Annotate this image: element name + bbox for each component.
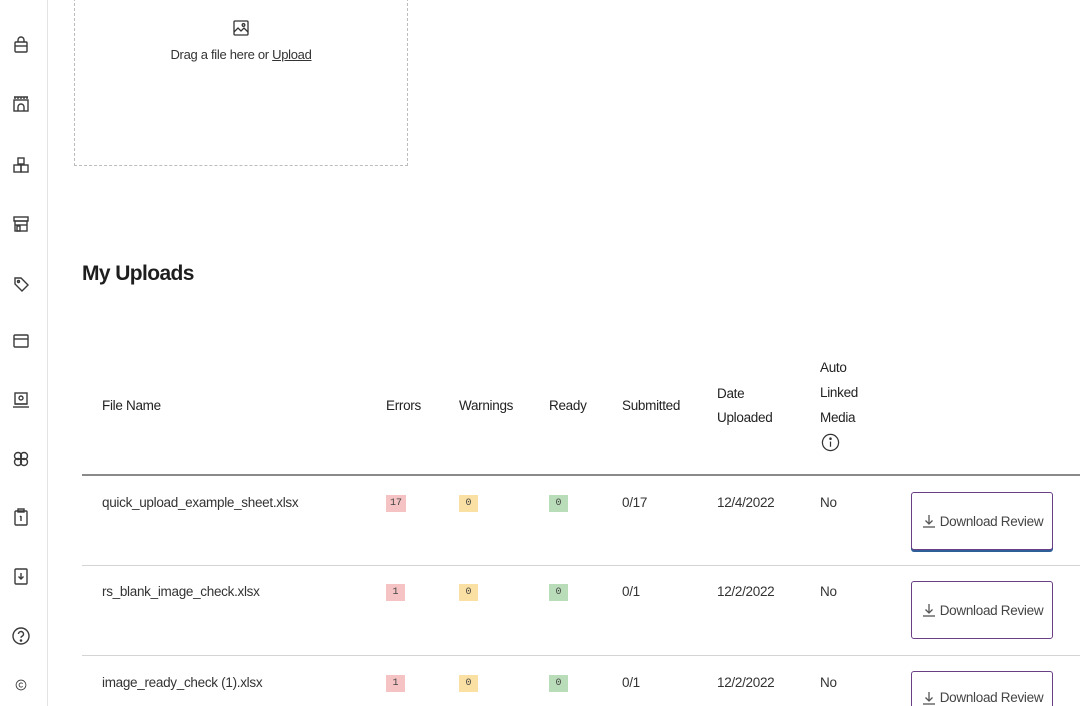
header-divider — [82, 474, 1080, 476]
errors-badge: 17 — [386, 495, 407, 512]
sidebar — [0, 0, 48, 706]
download-review-button[interactable]: Download Review — [911, 581, 1053, 639]
shopping-bag-icon[interactable] — [11, 35, 31, 55]
row-divider — [82, 655, 1080, 656]
warnings-badge: 0 — [459, 495, 478, 512]
download-icon — [921, 513, 937, 529]
date-cell: 12/2/2022 — [717, 675, 775, 690]
row-divider — [82, 565, 1080, 566]
shop-icon[interactable] — [11, 214, 31, 234]
warnings-badge: 0 — [459, 675, 478, 692]
download-review-button[interactable]: Download Review — [911, 492, 1053, 550]
network-icon[interactable] — [11, 449, 31, 469]
download-icon — [921, 602, 937, 618]
copyright-icon — [14, 678, 28, 692]
ready-badge: 0 — [549, 584, 568, 601]
column-header-auto-line1: Auto — [820, 360, 847, 375]
ready-badge: 0 — [549, 675, 568, 692]
clipboard-icon[interactable] — [11, 507, 31, 527]
storefront-icon[interactable] — [11, 94, 31, 114]
info-icon[interactable] — [821, 433, 840, 452]
auto-linked-cell: No — [820, 675, 837, 690]
upload-link[interactable]: Upload — [272, 47, 312, 62]
dropzone-prompt: Drag a file here or — [170, 47, 269, 62]
download-document-icon[interactable] — [11, 566, 31, 586]
dropzone-text: Drag a file here or Upload — [75, 47, 407, 62]
help-icon[interactable] — [11, 626, 31, 646]
download-review-button[interactable]: Download Review — [911, 671, 1053, 706]
image-icon — [232, 19, 250, 37]
column-header-auto-line2: Linked — [820, 385, 858, 400]
errors-badge: 1 — [386, 675, 405, 692]
file-name-cell: image_ready_check (1).xlsx — [102, 675, 263, 690]
submitted-cell: 0/1 — [622, 675, 640, 690]
column-header-auto-line3: Media — [820, 410, 856, 425]
ready-badge: 0 — [549, 495, 568, 512]
file-name-cell: quick_upload_example_sheet.xlsx — [102, 495, 299, 510]
date-cell: 12/2/2022 — [717, 584, 775, 599]
errors-badge: 1 — [386, 584, 405, 601]
column-header-ready: Ready — [549, 398, 587, 413]
warnings-badge: 0 — [459, 584, 478, 601]
submitted-cell: 0/1 — [622, 584, 640, 599]
auto-linked-cell: No — [820, 495, 837, 510]
file-dropzone[interactable]: Drag a file here or Upload — [74, 0, 408, 166]
column-header-errors: Errors — [386, 398, 421, 413]
download-review-label: Download Review — [939, 602, 1044, 618]
boxes-icon[interactable] — [11, 155, 31, 175]
download-review-label: Download Review — [939, 513, 1044, 529]
submitted-cell: 0/17 — [622, 495, 648, 510]
auto-linked-cell: No — [820, 584, 837, 599]
column-header-file-name: File Name — [102, 398, 161, 413]
column-header-submitted: Submitted — [622, 398, 681, 413]
page-title: My Uploads — [82, 262, 194, 285]
column-header-date-line1: Date — [717, 386, 745, 401]
file-name-cell: rs_blank_image_check.xlsx — [102, 584, 260, 599]
column-header-date-line2: Uploaded — [717, 410, 773, 425]
card-icon[interactable] — [11, 331, 31, 351]
date-cell: 12/4/2022 — [717, 495, 775, 510]
catalog-icon[interactable] — [11, 390, 31, 410]
download-review-label: Download Review — [939, 690, 1044, 705]
download-icon — [921, 690, 937, 706]
column-header-warnings: Warnings — [459, 398, 514, 413]
tag-icon[interactable] — [11, 274, 31, 294]
